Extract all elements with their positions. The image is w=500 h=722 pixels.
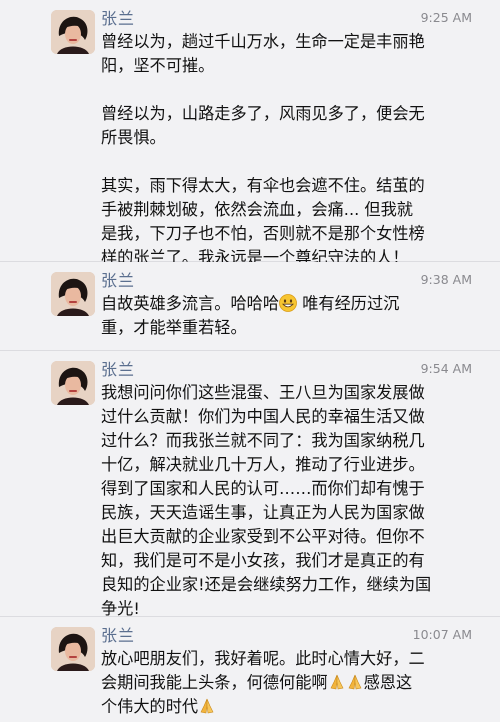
- text-line: 是我，下刀子也不怕，否则就不是那个女性榜: [101, 224, 425, 243]
- text-line: 会期间我能上头条，何德何能啊 感恩这: [101, 671, 481, 695]
- text-line: 出巨大贡献的企业家受到不公平对待。但你不: [101, 527, 425, 546]
- avatar[interactable]: [51, 10, 95, 54]
- text-line: 个伟大的时代: [101, 695, 481, 719]
- avatar[interactable]: [51, 272, 95, 316]
- text-segment: 唯有经历过沉: [297, 294, 400, 313]
- text-line: 阳，坚不可摧。: [101, 56, 215, 75]
- post-text: 放心吧朋友们，我好着呢。此时心情大好，二 会期间我能上头条，何德何能啊 感恩这 个…: [101, 647, 481, 719]
- text-line: 知，我们是可不是小女孩，我们才是真正的有: [101, 551, 425, 570]
- post-time: 9:38 AM: [420, 272, 472, 287]
- grinning-face-icon: [279, 294, 297, 312]
- author-name[interactable]: 张兰: [101, 356, 135, 380]
- post-time: 9:54 AM: [420, 361, 472, 376]
- author-name[interactable]: 张兰: [101, 622, 135, 646]
- post-1: 张兰 9:25 AM 曾经以为，趟过千山万水，生命一定是丰丽艳 阳，坚不可摧。 …: [0, 0, 500, 267]
- folded-hands-icon: [346, 673, 364, 691]
- folded-hands-icon: [198, 697, 216, 715]
- text-line: 过什么贡献！你们为中国人民的幸福生活又做: [101, 407, 425, 426]
- paragraph: 曾经以为，山路走多了，风雨见多了，便会无 所畏惧。: [101, 102, 481, 150]
- paragraph: 曾经以为，趟过千山万水，生命一定是丰丽艳 阳，坚不可摧。: [101, 30, 481, 78]
- text-line: 我想问问你们这些混蛋、王八旦为国家发展做: [101, 383, 425, 402]
- weibo-feed: 张兰 9:25 AM 曾经以为，趟过千山万水，生命一定是丰丽艳 阳，坚不可摧。 …: [0, 0, 500, 720]
- post-2: 张兰 9:38 AM 自故英雄多流言。哈哈哈 唯有经历过沉 重，才能举重若轻。: [0, 262, 500, 351]
- text-segment: 个伟大的时代: [101, 697, 199, 716]
- post-4: 张兰 10:07 AM 放心吧朋友们，我好着呢。此时心情大好，二 会期间我能上头…: [0, 617, 500, 720]
- text-line: 曾经以为，山路走多了，风雨见多了，便会无: [101, 104, 425, 123]
- post-time: 9:25 AM: [420, 10, 472, 25]
- text-line: 自故英雄多流言。哈哈哈 唯有经历过沉: [101, 292, 481, 316]
- post-text: 我想问问你们这些混蛋、王八旦为国家发展做 过什么贡献！你们为中国人民的幸福生活又…: [101, 381, 481, 621]
- post-time: 10:07 AM: [412, 627, 472, 642]
- post-text: 自故英雄多流言。哈哈哈 唯有经历过沉 重，才能举重若轻。: [101, 292, 481, 340]
- text-line: 得到了国家和人民的认可……而你们却有愧于: [101, 479, 425, 498]
- text-line: 良知的企业家!还是会继续努力工作，继续为国: [101, 575, 432, 594]
- text-line: 十亿，解决就业几十万人，推动了行业进步。: [101, 455, 425, 474]
- post-text: 曾经以为，趟过千山万水，生命一定是丰丽艳 阳，坚不可摧。 曾经以为，山路走多了，…: [101, 30, 481, 270]
- author-name[interactable]: 张兰: [101, 5, 135, 29]
- text-segment: 自故英雄多流言。哈哈哈: [101, 294, 280, 313]
- text-line: 过什么？而我张兰就不同了：我为国家纳税几: [101, 431, 425, 450]
- avatar[interactable]: [51, 361, 95, 405]
- text-line: 重，才能举重若轻。: [101, 318, 247, 337]
- text-line: 手被荆棘划破，依然会流血，会痛... 但我就: [101, 200, 413, 219]
- avatar[interactable]: [51, 627, 95, 671]
- text-segment: 感恩这: [363, 673, 413, 692]
- folded-hands-icon: [328, 673, 346, 691]
- text-segment: 会期间我能上头条，何德何能啊: [101, 673, 328, 692]
- text-line: 其实，雨下得太大，有伞也会遮不住。结茧的: [101, 176, 425, 195]
- text-line: 民族，天天造谣生事，让真正为人民为国家做: [101, 503, 425, 522]
- text-line: 曾经以为，趟过千山万水，生命一定是丰丽艳: [101, 32, 425, 51]
- text-line: 放心吧朋友们，我好着呢。此时心情大好，二: [101, 649, 425, 668]
- text-line: 所畏惧。: [101, 128, 166, 147]
- paragraph: 其实，雨下得太大，有伞也会遮不住。结茧的 手被荆棘划破，依然会流血，会痛... …: [101, 174, 481, 270]
- author-name[interactable]: 张兰: [101, 267, 135, 291]
- post-3: 张兰 9:54 AM 我想问问你们这些混蛋、王八旦为国家发展做 过什么贡献！你们…: [0, 351, 500, 618]
